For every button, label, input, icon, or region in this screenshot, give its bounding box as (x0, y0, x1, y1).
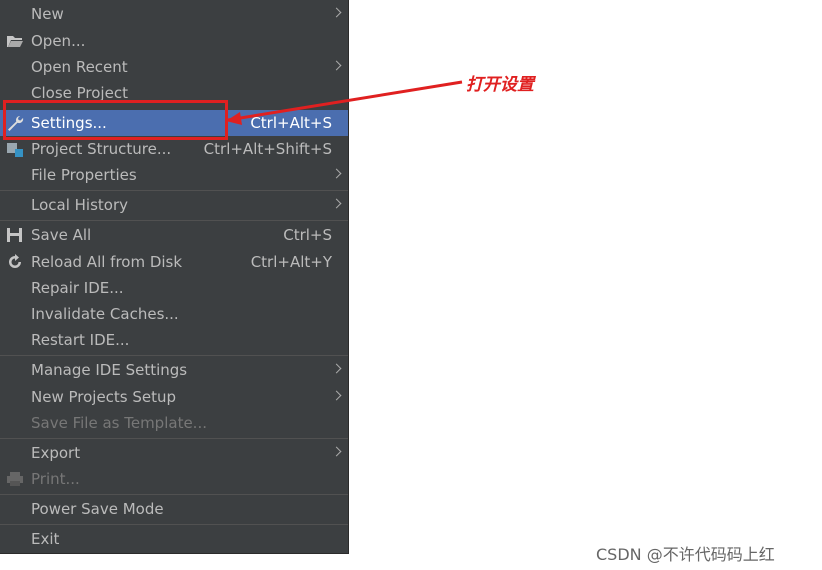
project-structure-icon (7, 143, 23, 157)
menu-item-save-all[interactable]: Save All Ctrl+S (0, 222, 348, 248)
chevron-right-icon (331, 60, 342, 71)
menu-item-label: Restart IDE... (31, 331, 130, 349)
chevron-right-icon (331, 446, 342, 457)
menu-separator (0, 524, 348, 525)
menu-item-open-recent[interactable]: Open Recent (0, 54, 348, 80)
menu-separator (0, 220, 348, 221)
menu-item-shortcut: Ctrl+S (283, 226, 332, 244)
reload-icon (9, 254, 21, 268)
menu-item-file-properties[interactable]: File Properties (0, 162, 348, 188)
menu-item-reload-all[interactable]: Reload All from Disk Ctrl+Alt+Y (0, 249, 348, 275)
chevron-right-icon (331, 390, 342, 401)
chevron-right-icon (331, 198, 342, 209)
menu-item-repair-ide[interactable]: Repair IDE... (0, 275, 348, 301)
menu-item-local-history[interactable]: Local History (0, 192, 348, 218)
menu-item-label: Open Recent (31, 58, 128, 76)
menu-item-label: Power Save Mode (31, 500, 164, 518)
menu-item-label: Export (31, 444, 81, 462)
menu-item-shortcut: Ctrl+Alt+S (250, 114, 332, 132)
menu-item-label: Open... (31, 32, 86, 50)
folder-open-icon (7, 36, 23, 47)
menu-item-label: Save All (31, 226, 92, 244)
menu-item-label: Save File as Template... (31, 414, 207, 432)
menu-item-save-file-as-template: Save File as Template... (0, 410, 348, 436)
watermark: CSDN @不许代码码上红 (596, 545, 775, 564)
menu-item-exit[interactable]: Exit (0, 526, 348, 552)
menu-item-label: New Projects Setup (31, 388, 177, 406)
menu-item-label: Repair IDE... (31, 279, 124, 297)
menu-item-shortcut: Ctrl+Alt+Y (250, 253, 332, 271)
menu-item-print: Print... (0, 466, 348, 492)
menu-item-power-save-mode[interactable]: Power Save Mode (0, 496, 348, 522)
menu-item-open[interactable]: Open... (0, 28, 348, 54)
menu-item-label: File Properties (31, 166, 137, 184)
menu-item-new[interactable]: New (0, 1, 348, 27)
menu-separator (0, 494, 348, 495)
menu-item-label: Invalidate Caches... (31, 305, 179, 323)
menu-item-label: Local History (31, 196, 129, 214)
annotation-label: 打开设置 (466, 75, 534, 95)
menu-item-label: Reload All from Disk (31, 253, 183, 271)
annotation-highlight-box (3, 100, 228, 140)
menu-item-label: Exit (31, 530, 60, 548)
save-icon (7, 228, 22, 242)
menu-item-export[interactable]: Export (0, 440, 348, 466)
menu-item-label: New (31, 5, 64, 23)
menu-item-label: Manage IDE Settings (31, 361, 188, 379)
menu-item-restart-ide[interactable]: Restart IDE... (0, 327, 348, 353)
chevron-right-icon (331, 7, 342, 18)
menu-separator (0, 438, 348, 439)
chevron-right-icon (331, 168, 342, 179)
menu-separator (0, 355, 348, 356)
menu-item-new-projects-setup[interactable]: New Projects Setup (0, 384, 348, 410)
menu-item-manage-ide-settings[interactable]: Manage IDE Settings (0, 357, 348, 383)
menu-item-label: Print... (31, 470, 80, 488)
menu-item-invalidate-caches[interactable]: Invalidate Caches... (0, 301, 348, 327)
chevron-right-icon (331, 363, 342, 374)
menu-separator (0, 190, 348, 191)
file-menu: New Open... Open Recent Close Project Se… (0, 0, 349, 554)
print-icon (7, 472, 23, 486)
